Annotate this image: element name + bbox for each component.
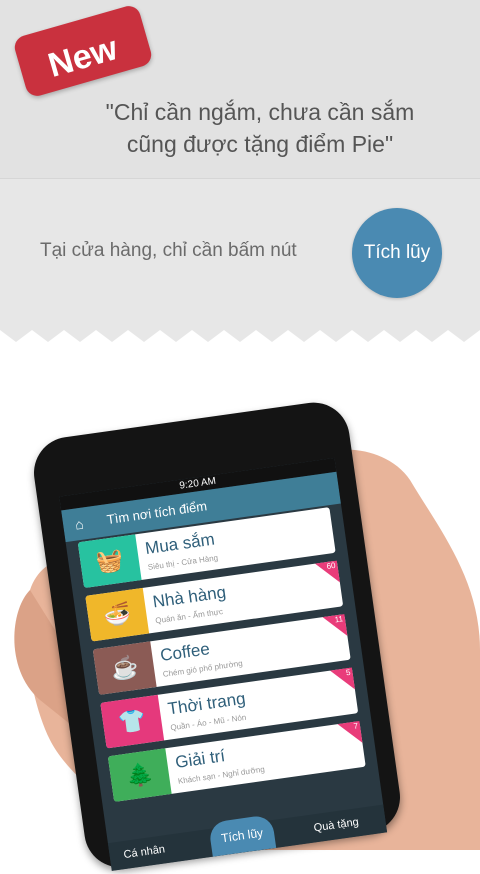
promo-subtitle: Tại cửa hàng, chỉ cần bấm nút [40, 240, 297, 261]
accumulate-button[interactable]: Tích lũy [352, 208, 442, 298]
store-icon: ⌂ [73, 515, 85, 533]
tree-icon: 🌲 [107, 748, 172, 802]
tab-ca-nhan[interactable]: Cá nhân [123, 843, 166, 861]
promo-quote: "Chỉ cần ngắm, chưa cần sắm cũng được tặ… [105, 99, 415, 157]
bowl-icon: 🍜 [85, 587, 150, 642]
category-name: Coffee [158, 639, 211, 665]
banner-divider [0, 178, 480, 179]
count-corner [337, 721, 363, 746]
category-name: Giải trí [174, 746, 227, 772]
category-count: 60 [326, 560, 337, 572]
phone-screen: 9:20 AM ⌂ Tìm nơi tích điểm 🧺 Mua sắm Si… [59, 457, 388, 871]
tab-tich-luy[interactable]: Tích lũy [208, 814, 277, 857]
tab-qua-tang[interactable]: Quà tặng [313, 816, 359, 834]
phone-mockup: 9:20 AM ⌂ Tìm nơi tích điểm 🧺 Mua sắm Si… [29, 397, 405, 873]
basket-icon: 🧺 [77, 534, 142, 589]
category-count: 11 [334, 614, 344, 625]
count-corner [330, 667, 355, 693]
cup-icon: ☕ [92, 641, 157, 695]
bottom-tab-bar: Cá nhân Tích lũy Quà tặng [107, 804, 388, 871]
zigzag-edge [0, 318, 480, 342]
shirt-icon: 👕 [100, 694, 165, 749]
